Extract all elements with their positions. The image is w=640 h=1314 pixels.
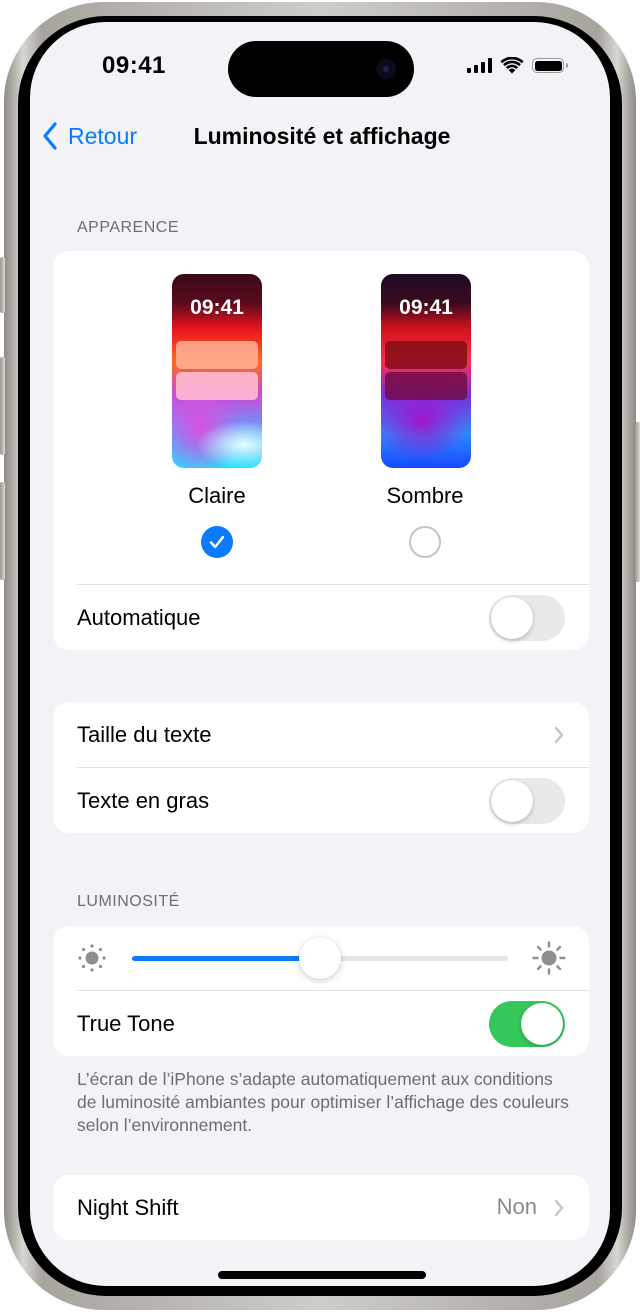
home-indicator[interactable]: [218, 1271, 426, 1279]
volume-down-button: [0, 482, 5, 580]
dark-mode-label: Sombre: [386, 483, 464, 508]
brightness-slider[interactable]: [132, 937, 508, 979]
night-shift-value: Non: [496, 1194, 537, 1219]
dark-mode-radio[interactable]: [409, 526, 441, 558]
true-tone-toggle[interactable]: [489, 1001, 565, 1047]
appearance-card: 09:41 09:41 Claire Sombre Automatique: [53, 251, 589, 650]
status-time: 09:41: [102, 52, 166, 79]
automatic-toggle[interactable]: [489, 595, 565, 641]
brightness-card: True Tone: [53, 926, 589, 1056]
battery-icon: [532, 58, 568, 73]
bold-text-toggle[interactable]: [489, 778, 565, 824]
dynamic-island: [228, 41, 414, 97]
checkmark-icon: [209, 535, 225, 549]
text-settings-card: Taille du texte Texte en gras: [53, 702, 589, 833]
dark-mode-preview[interactable]: 09:41: [381, 274, 471, 468]
screen: 09:41 Retour Luminosité et affichage APP…: [30, 22, 610, 1286]
side-button: [635, 422, 640, 582]
status-icons: [467, 57, 568, 74]
light-mode-radio[interactable]: [201, 526, 233, 558]
chevron-right-icon: [554, 1199, 564, 1217]
light-mode-label: Claire: [188, 483, 246, 508]
volume-up-button: [0, 357, 5, 455]
brightness-slider-knob[interactable]: [299, 937, 341, 979]
section-header-appearance: APPARENCE: [77, 219, 180, 236]
text-size-label: Taille du texte: [77, 721, 212, 747]
light-mode-preview[interactable]: 09:41: [172, 274, 262, 468]
brightness-slider-fill: [132, 956, 320, 961]
preview-widget: [385, 372, 467, 400]
preview-time: 09:41: [399, 296, 453, 319]
chevron-right-icon: [554, 726, 564, 744]
preview-widget: [176, 372, 258, 400]
preview-widget: [176, 341, 258, 369]
section-header-brightness: LUMINOSITÉ: [77, 893, 180, 910]
brightness-high-icon: [532, 941, 566, 975]
brightness-low-icon: [78, 944, 106, 972]
camera-icon: [376, 59, 396, 79]
cellular-signal-icon: [467, 58, 492, 73]
text-size-row[interactable]: Taille du texte: [77, 702, 589, 767]
action-button: [0, 257, 5, 313]
page-title: Luminosité et affichage: [193, 123, 451, 149]
night-shift-card: Night Shift Non: [53, 1175, 589, 1240]
preview-time: 09:41: [190, 296, 244, 319]
wifi-icon: [500, 57, 524, 74]
true-tone-description: L’écran de l’iPhone s’adapte automatique…: [77, 1069, 569, 1135]
preview-widget: [385, 341, 467, 369]
